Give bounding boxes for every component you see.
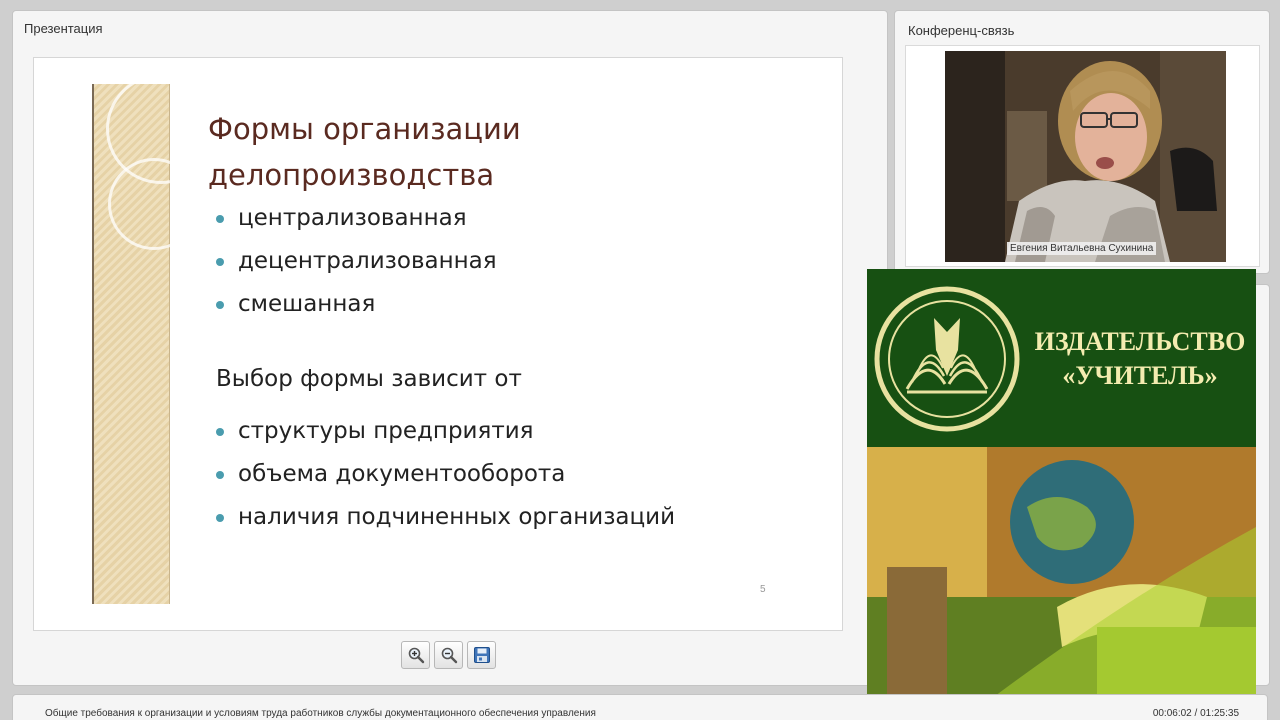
conference-panel-title: Конференц-связь <box>908 23 1015 38</box>
save-button[interactable] <box>467 641 496 669</box>
slide-bullet-item: наличия подчиненных организаций <box>216 496 675 539</box>
video-container: Евгения Витальевна Сухинина <box>905 45 1260 267</box>
slide-bullet-text: децентрализованная <box>238 248 497 274</box>
publisher-logo-icon <box>874 286 1020 432</box>
playback-time: 00:06:02 / 01:25:35 <box>1152 708 1239 719</box>
conference-panel: Конференц-связь Евгения Витальевна Сухин… <box>894 10 1270 274</box>
bullet-icon <box>216 215 224 223</box>
bullet-icon <box>216 301 224 309</box>
books-globe-image <box>867 447 1256 702</box>
bullet-icon <box>216 471 224 479</box>
zoom-in-button[interactable] <box>401 641 430 669</box>
slide-bullet-item: объема документооборота <box>216 453 675 496</box>
slide-page-number: 5 <box>760 584 766 595</box>
slide-toolbar <box>401 641 496 669</box>
zoom-in-icon <box>408 647 424 664</box>
speaker-video[interactable]: Евгения Витальевна Сухинина <box>945 51 1226 262</box>
presentation-panel: Презентация Формы организации делопроизв… <box>12 10 888 686</box>
player-bottom-bar: Общие требования к организации и условия… <box>12 694 1268 720</box>
speaker-video-image <box>945 51 1226 262</box>
lecture-title: Общие требования к организации и условия… <box>45 708 596 719</box>
slide-bullet-text: объема документооборота <box>238 461 566 487</box>
slide-decorative-band <box>92 74 216 604</box>
slide-bullet-item: смешанная <box>216 283 497 326</box>
slide-bullet-item: децентрализованная <box>216 240 497 283</box>
slide-title: Формы организации делопроизводства <box>208 112 521 192</box>
slide-bullet-item: структуры предприятия <box>216 410 675 453</box>
slide-bullet-text: структуры предприятия <box>238 418 534 444</box>
bullet-icon <box>216 514 224 522</box>
slide-bullet-text: наличия подчиненных организаций <box>238 504 676 530</box>
publisher-ad[interactable]: ИЗДАТЕЛЬСТВО «УЧИТЕЛЬ» <box>867 269 1256 702</box>
presentation-panel-title: Презентация <box>24 21 103 36</box>
bullet-icon <box>216 258 224 266</box>
speaker-name-label: Евгения Витальевна Сухинина <box>1007 242 1157 255</box>
slide-bullet-item: централизованная <box>216 197 497 240</box>
publisher-ad-banner: ИЗДАТЕЛЬСТВО «УЧИТЕЛЬ» <box>867 269 1256 447</box>
bullet-icon <box>216 428 224 436</box>
publisher-name: ИЗДАТЕЛЬСТВО «УЧИТЕЛЬ» <box>1034 327 1246 390</box>
slide-bullet-text: централизованная <box>238 205 467 231</box>
publisher-ad-image <box>867 447 1256 702</box>
slide-forms-list: централизованная децентрализованная смеш… <box>216 197 497 326</box>
slide-choice-heading: Выбор формы зависит от <box>216 366 522 392</box>
slide-bullet-text: смешанная <box>238 291 376 317</box>
zoom-out-icon <box>441 647 457 664</box>
save-icon <box>473 647 490 663</box>
slide-decor-ring <box>108 158 200 250</box>
slide-factors-list: структуры предприятия объема документооб… <box>216 410 675 539</box>
presentation-slide: Формы организации делопроизводства центр… <box>33 57 843 631</box>
zoom-out-button[interactable] <box>434 641 463 669</box>
